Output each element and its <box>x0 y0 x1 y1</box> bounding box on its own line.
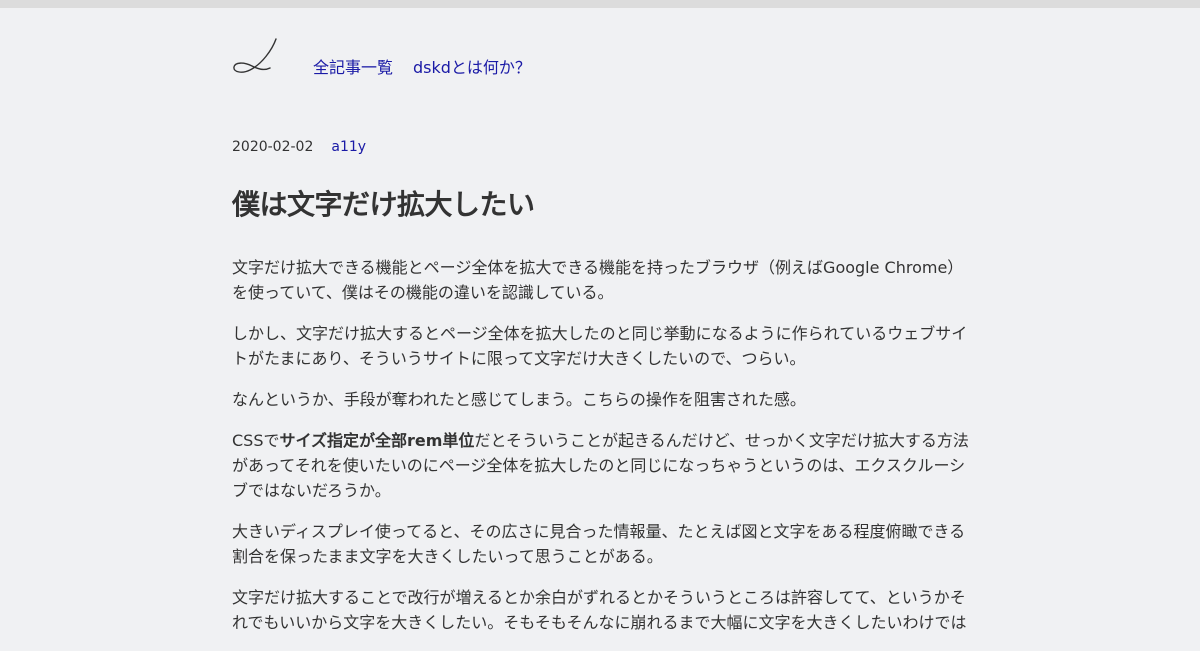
nav-about-link[interactable]: dskdとは何か？ <box>413 58 531 78</box>
post-meta: 2020-02-02 a11y <box>232 139 366 155</box>
paragraph-4: CSSでサイズ指定が全部rem単位だとそういうことが起きるんだけど、せっかく文字… <box>232 428 972 503</box>
post-tag-link[interactable]: a11y <box>331 139 366 155</box>
site-logo-link[interactable] <box>232 38 278 74</box>
paragraph-2: しかし、文字だけ拡大するとページ全体を拡大したのと同じ挙動になるように作られてい… <box>232 324 968 368</box>
paragraph-3: なんというか、手段が奪われたと感じてしまう。こちらの操作を阻害された感。 <box>232 390 806 409</box>
paragraph-5: 大きいディスプレイ使ってると、その広さに見合った情報量、たとえば図と文字をある程… <box>232 522 966 566</box>
paragraph-4-emphasis: サイズ指定が全部rem単位 <box>279 431 475 450</box>
main-nav: 全記事一覧 dskdとは何か？ <box>313 58 531 78</box>
post-date: 2020-02-02 <box>232 139 314 155</box>
nav-all-articles-link[interactable]: 全記事一覧 <box>313 58 393 78</box>
paragraph-4-before: CSSで <box>232 431 280 450</box>
paragraph-1: 文字だけ拡大できる機能とページ全体を拡大できる機能を持ったブラウザ（例えばGoo… <box>232 258 964 302</box>
post-title: 僕は文字だけ拡大したい <box>232 188 535 221</box>
site-header: 全記事一覧 dskdとは何か？ <box>232 8 972 108</box>
page: 全記事一覧 dskdとは何か？ 2020-02-02 a11y 僕は文字だけ拡大… <box>232 8 972 632</box>
signature-logo-icon <box>233 38 277 73</box>
post-body: 文字だけ拡大できる機能とページ全体を拡大できる機能を持ったブラウザ（例えばGoo… <box>232 255 972 651</box>
paragraph-6: 文字だけ拡大することで改行が増えるとか余白がずれるとかそういうところは許容してて… <box>232 588 967 632</box>
top-bar <box>0 0 1200 8</box>
